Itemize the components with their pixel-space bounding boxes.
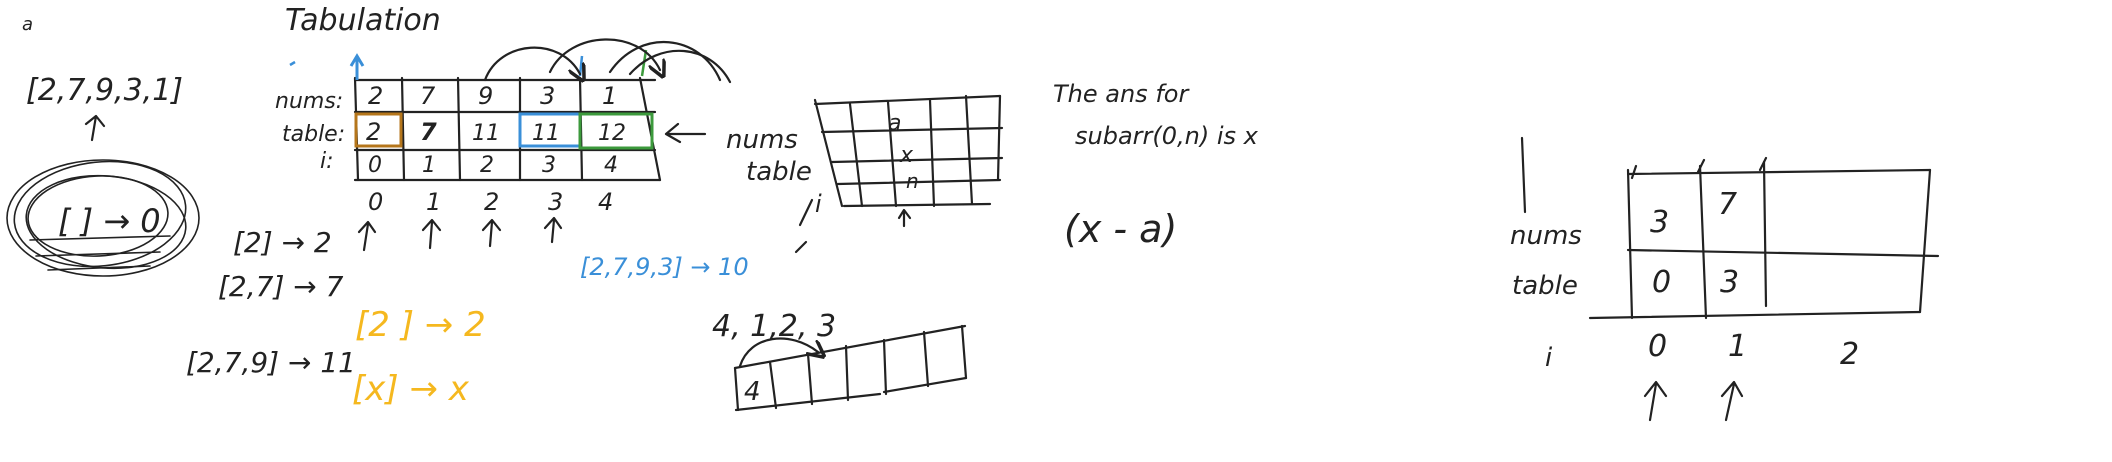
table-cell-1: 7 xyxy=(420,118,437,146)
blue-dot xyxy=(289,60,296,67)
input-array: [2,7,9,3,1] xyxy=(26,73,183,108)
dependency-arc xyxy=(608,40,722,82)
table-cell-2: 11 xyxy=(472,121,500,146)
i-label: i: xyxy=(320,149,334,174)
cell-n: n xyxy=(906,169,919,193)
middle-nums-label: nums xyxy=(726,125,798,155)
corner-mark: a xyxy=(22,14,33,35)
middle-table-label: table xyxy=(746,157,812,187)
column-index-0: 0 xyxy=(368,188,383,216)
nums-cell-0: 2 xyxy=(368,82,383,110)
tabulation-title: Tabulation xyxy=(285,3,441,38)
column-index-4: 4 xyxy=(598,188,613,216)
right-table-cell-1: 3 xyxy=(1720,265,1739,300)
column-index-2: 2 xyxy=(484,188,499,216)
right-index-0: 0 xyxy=(1648,329,1667,364)
index-cell-3: 3 xyxy=(542,153,556,178)
nums-cell-4: 1 xyxy=(602,82,617,110)
base-case-two: [2,7] → 7 xyxy=(218,270,344,303)
table-cell-4: 12 xyxy=(598,121,626,146)
cell-a: a xyxy=(888,111,901,136)
blue-case: [2,7,9,3] → 10 xyxy=(580,253,749,281)
table-cell-3: 11 xyxy=(532,121,560,146)
vertical-stroke xyxy=(1520,136,1527,214)
index-cell-1: 1 xyxy=(422,153,436,178)
slash-marks xyxy=(794,198,814,254)
up-arrow xyxy=(84,114,106,142)
right-nums-cell-1: 7 xyxy=(1718,187,1737,222)
cell-x: x xyxy=(899,143,914,168)
column-index-3: 3 xyxy=(548,188,563,216)
base-case-one: [2] → 2 xyxy=(233,226,332,259)
whiteboard-canvas: a Tabulation [2,7,9,3,1] [ ] → 0 nums: t… xyxy=(6,3,1940,422)
middle-up-arrow xyxy=(897,208,912,228)
answer-line-one: The ans for xyxy=(1053,80,1190,108)
index-cell-2: 2 xyxy=(480,153,494,178)
right-index-2: 2 xyxy=(1840,337,1859,372)
right-nums-label: nums xyxy=(1510,221,1582,251)
table-cell-0: 2 xyxy=(366,118,381,146)
nums-cell-2: 9 xyxy=(478,82,493,110)
nums-cell-1: 7 xyxy=(420,82,436,110)
column-index-1: 1 xyxy=(426,188,441,216)
column-arrows xyxy=(357,216,563,252)
nums-cell-3: 3 xyxy=(540,82,555,110)
right-table-cell-0: 0 xyxy=(1652,265,1671,300)
orange-case-one: [2 ] → 2 xyxy=(355,305,486,345)
right-arrows xyxy=(1643,380,1744,422)
nums-label: nums: xyxy=(275,89,343,114)
left-pointing-arrow xyxy=(664,122,707,144)
base-case-three: [2,7,9] → 11 xyxy=(186,346,356,379)
step-cell: 4 xyxy=(744,377,761,407)
steps-grid xyxy=(733,324,968,412)
right-grid xyxy=(1588,156,1940,320)
middle-i-label: i xyxy=(815,190,822,218)
blue-up-arrow xyxy=(349,53,365,80)
right-index-1: 1 xyxy=(1728,329,1747,364)
index-cell-0: 0 xyxy=(368,153,382,178)
index-cell-4: 4 xyxy=(604,153,618,178)
table-label: table: xyxy=(282,122,345,147)
answer-line-two: subarr(0,n) is x xyxy=(1075,122,1259,150)
right-i-label: i xyxy=(1545,343,1553,373)
right-table-label: table xyxy=(1512,271,1578,301)
empty-case: [ ] → 0 xyxy=(58,202,161,240)
orange-case-two: [x] → x xyxy=(352,369,470,409)
right-nums-cell-0: 3 xyxy=(1650,205,1669,240)
formula: (x - a) xyxy=(1064,207,1177,251)
